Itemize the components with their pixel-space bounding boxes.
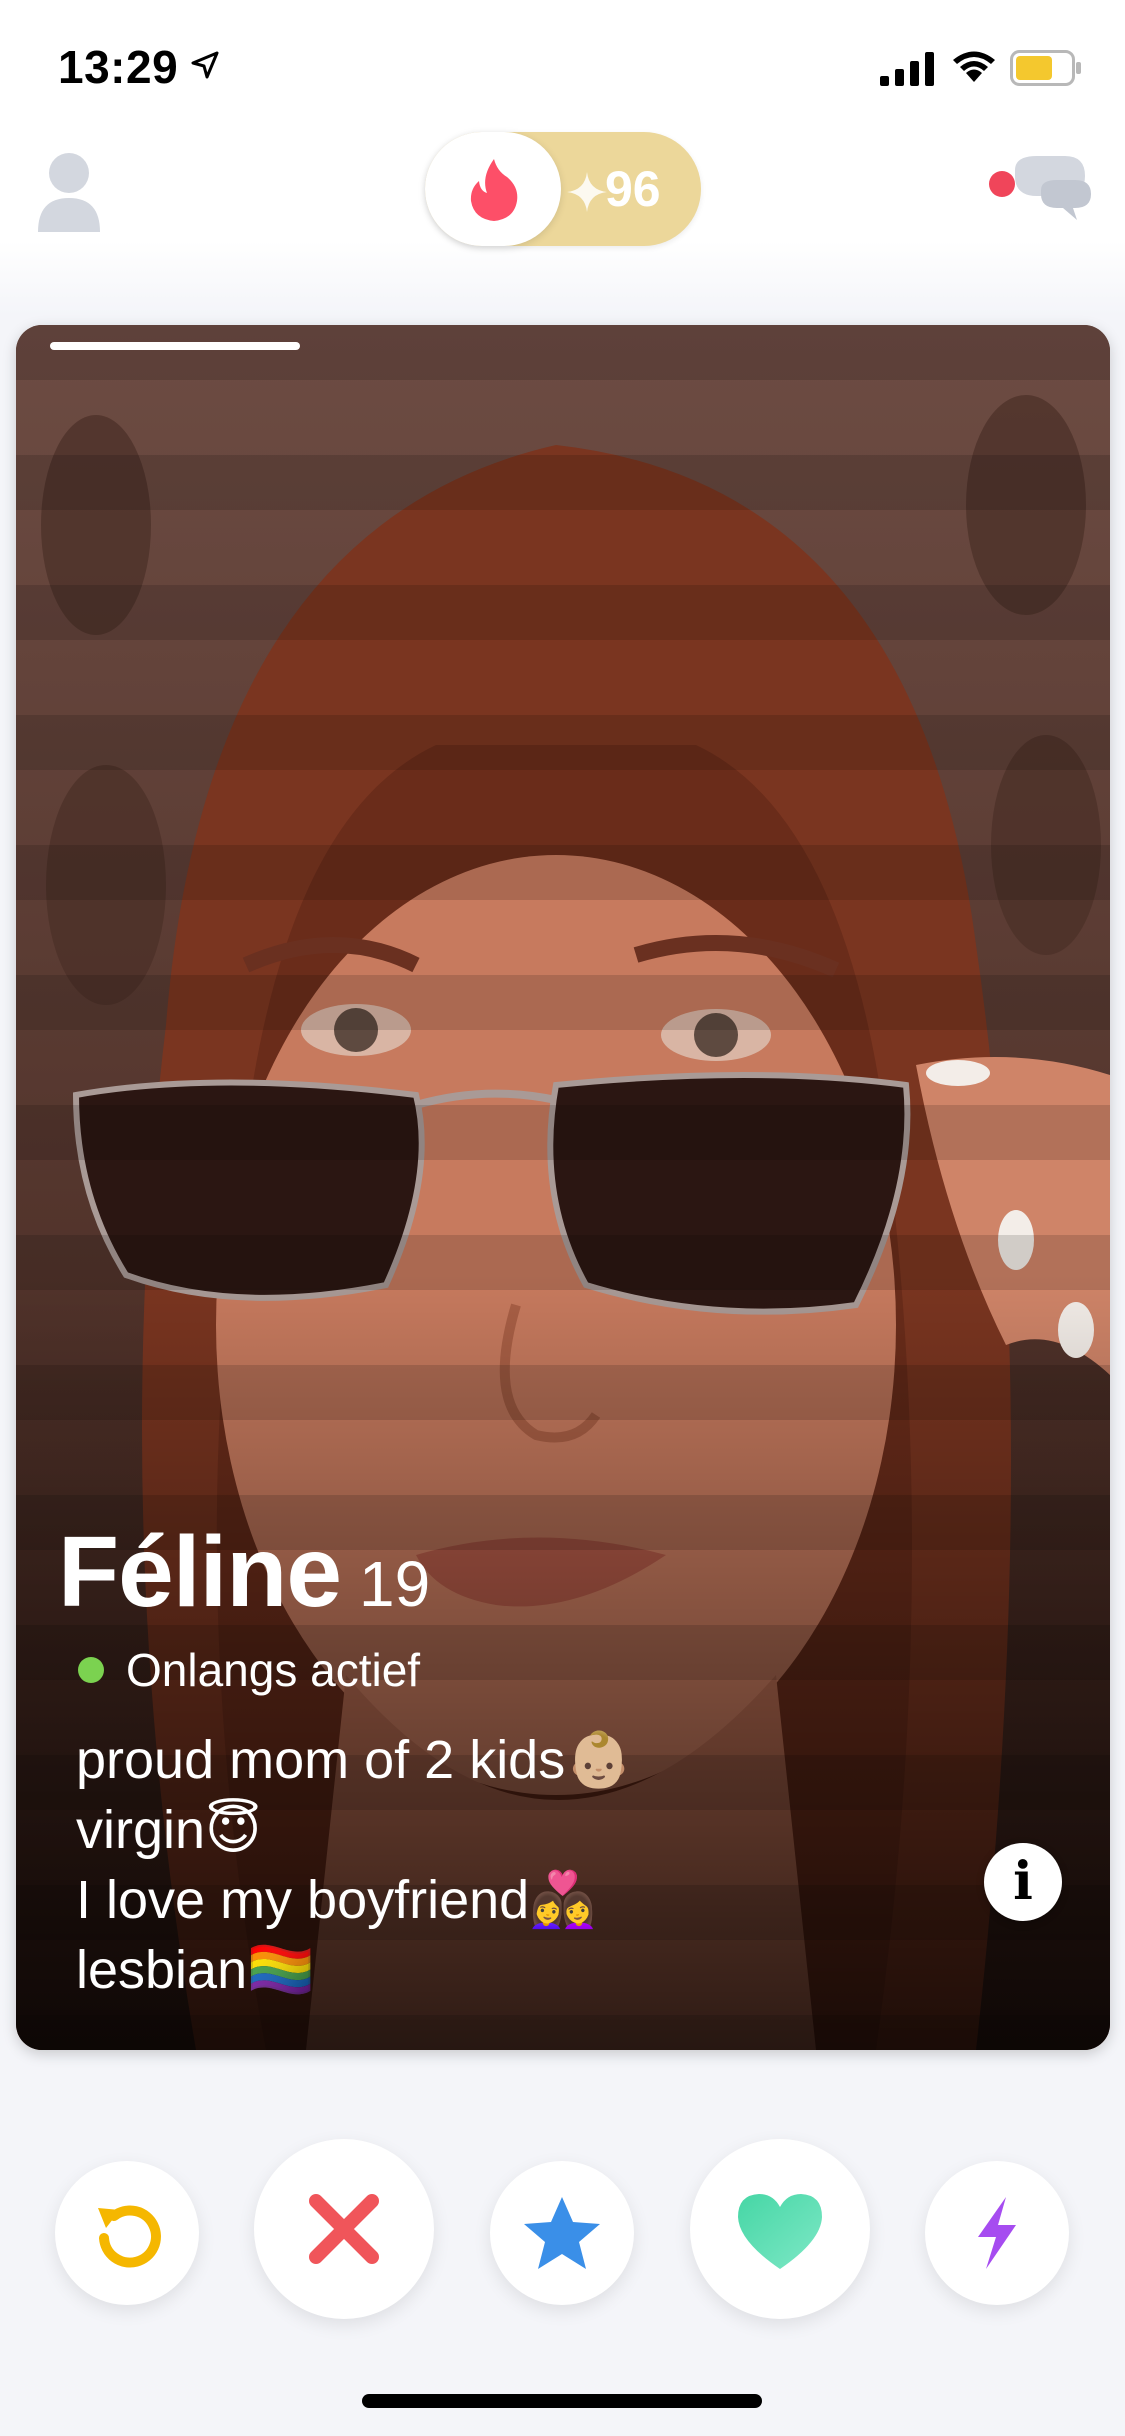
sparkle-icon bbox=[567, 172, 607, 212]
boost-count: 96 bbox=[605, 161, 661, 217]
profile-card[interactable]: Féline 19 Onlangs actief proud mom of 2 k… bbox=[16, 325, 1110, 2050]
bio-line: virgin😇 bbox=[76, 1800, 262, 1860]
card-info: Féline 19 Onlangs actief proud mom of 2 k… bbox=[58, 1515, 1058, 2005]
messages-icon[interactable] bbox=[985, 150, 1095, 240]
star-icon bbox=[524, 2197, 600, 2269]
like-button[interactable] bbox=[690, 2139, 870, 2319]
info-icon: i bbox=[1013, 1851, 1033, 1912]
rewind-icon bbox=[98, 2205, 161, 2268]
flame-icon bbox=[470, 159, 518, 221]
top-navigation: 96 bbox=[0, 130, 1125, 315]
cellular-signal-icon bbox=[880, 52, 934, 86]
toggle-knob bbox=[425, 132, 561, 246]
swipe-mode-toggle[interactable]: 96 bbox=[425, 132, 701, 246]
notification-dot bbox=[989, 171, 1015, 197]
profile-age: 19 bbox=[358, 1548, 431, 1620]
boost-button[interactable] bbox=[925, 2161, 1069, 2305]
status-bar: 13:29 bbox=[0, 0, 1125, 130]
profile-icon[interactable] bbox=[36, 148, 102, 234]
activity-status-text: Onlangs actief bbox=[126, 1644, 421, 1696]
lightning-icon bbox=[978, 2197, 1016, 2269]
photo-page-indicator bbox=[50, 342, 300, 350]
name-age-line: Féline 19 bbox=[58, 1515, 1058, 1628]
bio-line: lesbian🏳️‍🌈 bbox=[76, 1940, 315, 2000]
battery-icon bbox=[1010, 50, 1081, 86]
location-arrow-icon bbox=[191, 51, 219, 79]
heart-icon bbox=[738, 2194, 822, 2269]
profile-name: Féline bbox=[58, 1516, 342, 1628]
action-bar bbox=[0, 2125, 1125, 2335]
nope-button[interactable] bbox=[254, 2139, 434, 2319]
super-like-button[interactable] bbox=[490, 2161, 634, 2305]
rewind-button[interactable] bbox=[55, 2161, 199, 2305]
wifi-icon bbox=[953, 51, 995, 82]
home-indicator[interactable] bbox=[362, 2394, 762, 2408]
status-time: 13:29 bbox=[58, 41, 179, 93]
bio-line: I love my boyfriend👩‍❤️‍👩 bbox=[76, 1870, 597, 1930]
profile-bio: proud mom of 2 kids👶🏼 virgin😇 I love my … bbox=[76, 1725, 1058, 2005]
bio-line: proud mom of 2 kids👶🏼 bbox=[76, 1730, 633, 1790]
close-icon bbox=[309, 2194, 379, 2264]
profile-info-button[interactable]: i bbox=[984, 1843, 1062, 1921]
active-status-dot bbox=[78, 1657, 104, 1683]
activity-status: Onlangs actief bbox=[58, 1643, 1058, 1703]
